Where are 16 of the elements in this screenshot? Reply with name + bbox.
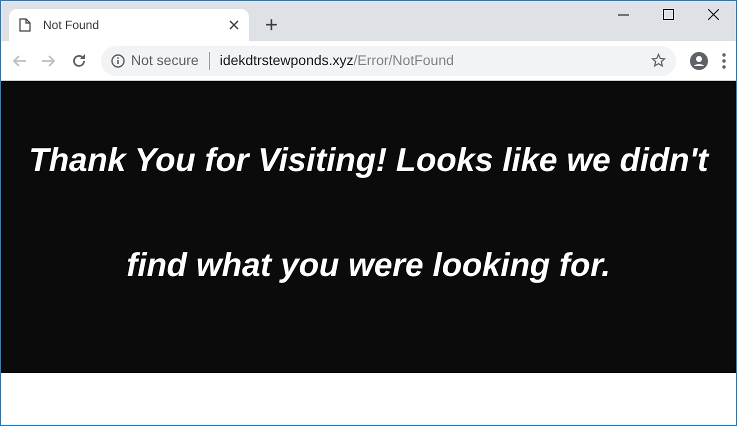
maximize-icon[interactable] [663, 9, 674, 20]
close-icon[interactable] [708, 9, 719, 20]
address-bar[interactable]: Not secure idekdtrstewponds.xyz/Error/NotFound [101, 46, 676, 76]
star-icon[interactable] [651, 53, 666, 68]
new-tab-button[interactable]: + [261, 14, 282, 36]
close-icon[interactable] [229, 20, 239, 30]
account-icon[interactable] [690, 52, 708, 70]
security-label: Not secure [131, 51, 199, 70]
reload-icon[interactable] [71, 52, 87, 68]
not-found-message: Thank You for Visiting! Looks like we didn't find what you were looking for. [28, 140, 710, 285]
menu-icon[interactable] [722, 52, 726, 68]
browser-tab[interactable]: Not Found [9, 9, 249, 41]
tab-title: Not Found [43, 17, 100, 34]
info-icon[interactable] [111, 54, 125, 68]
page-icon [19, 18, 31, 32]
url-text: idekdtrstewponds.xyz/Error/NotFound [220, 51, 454, 70]
